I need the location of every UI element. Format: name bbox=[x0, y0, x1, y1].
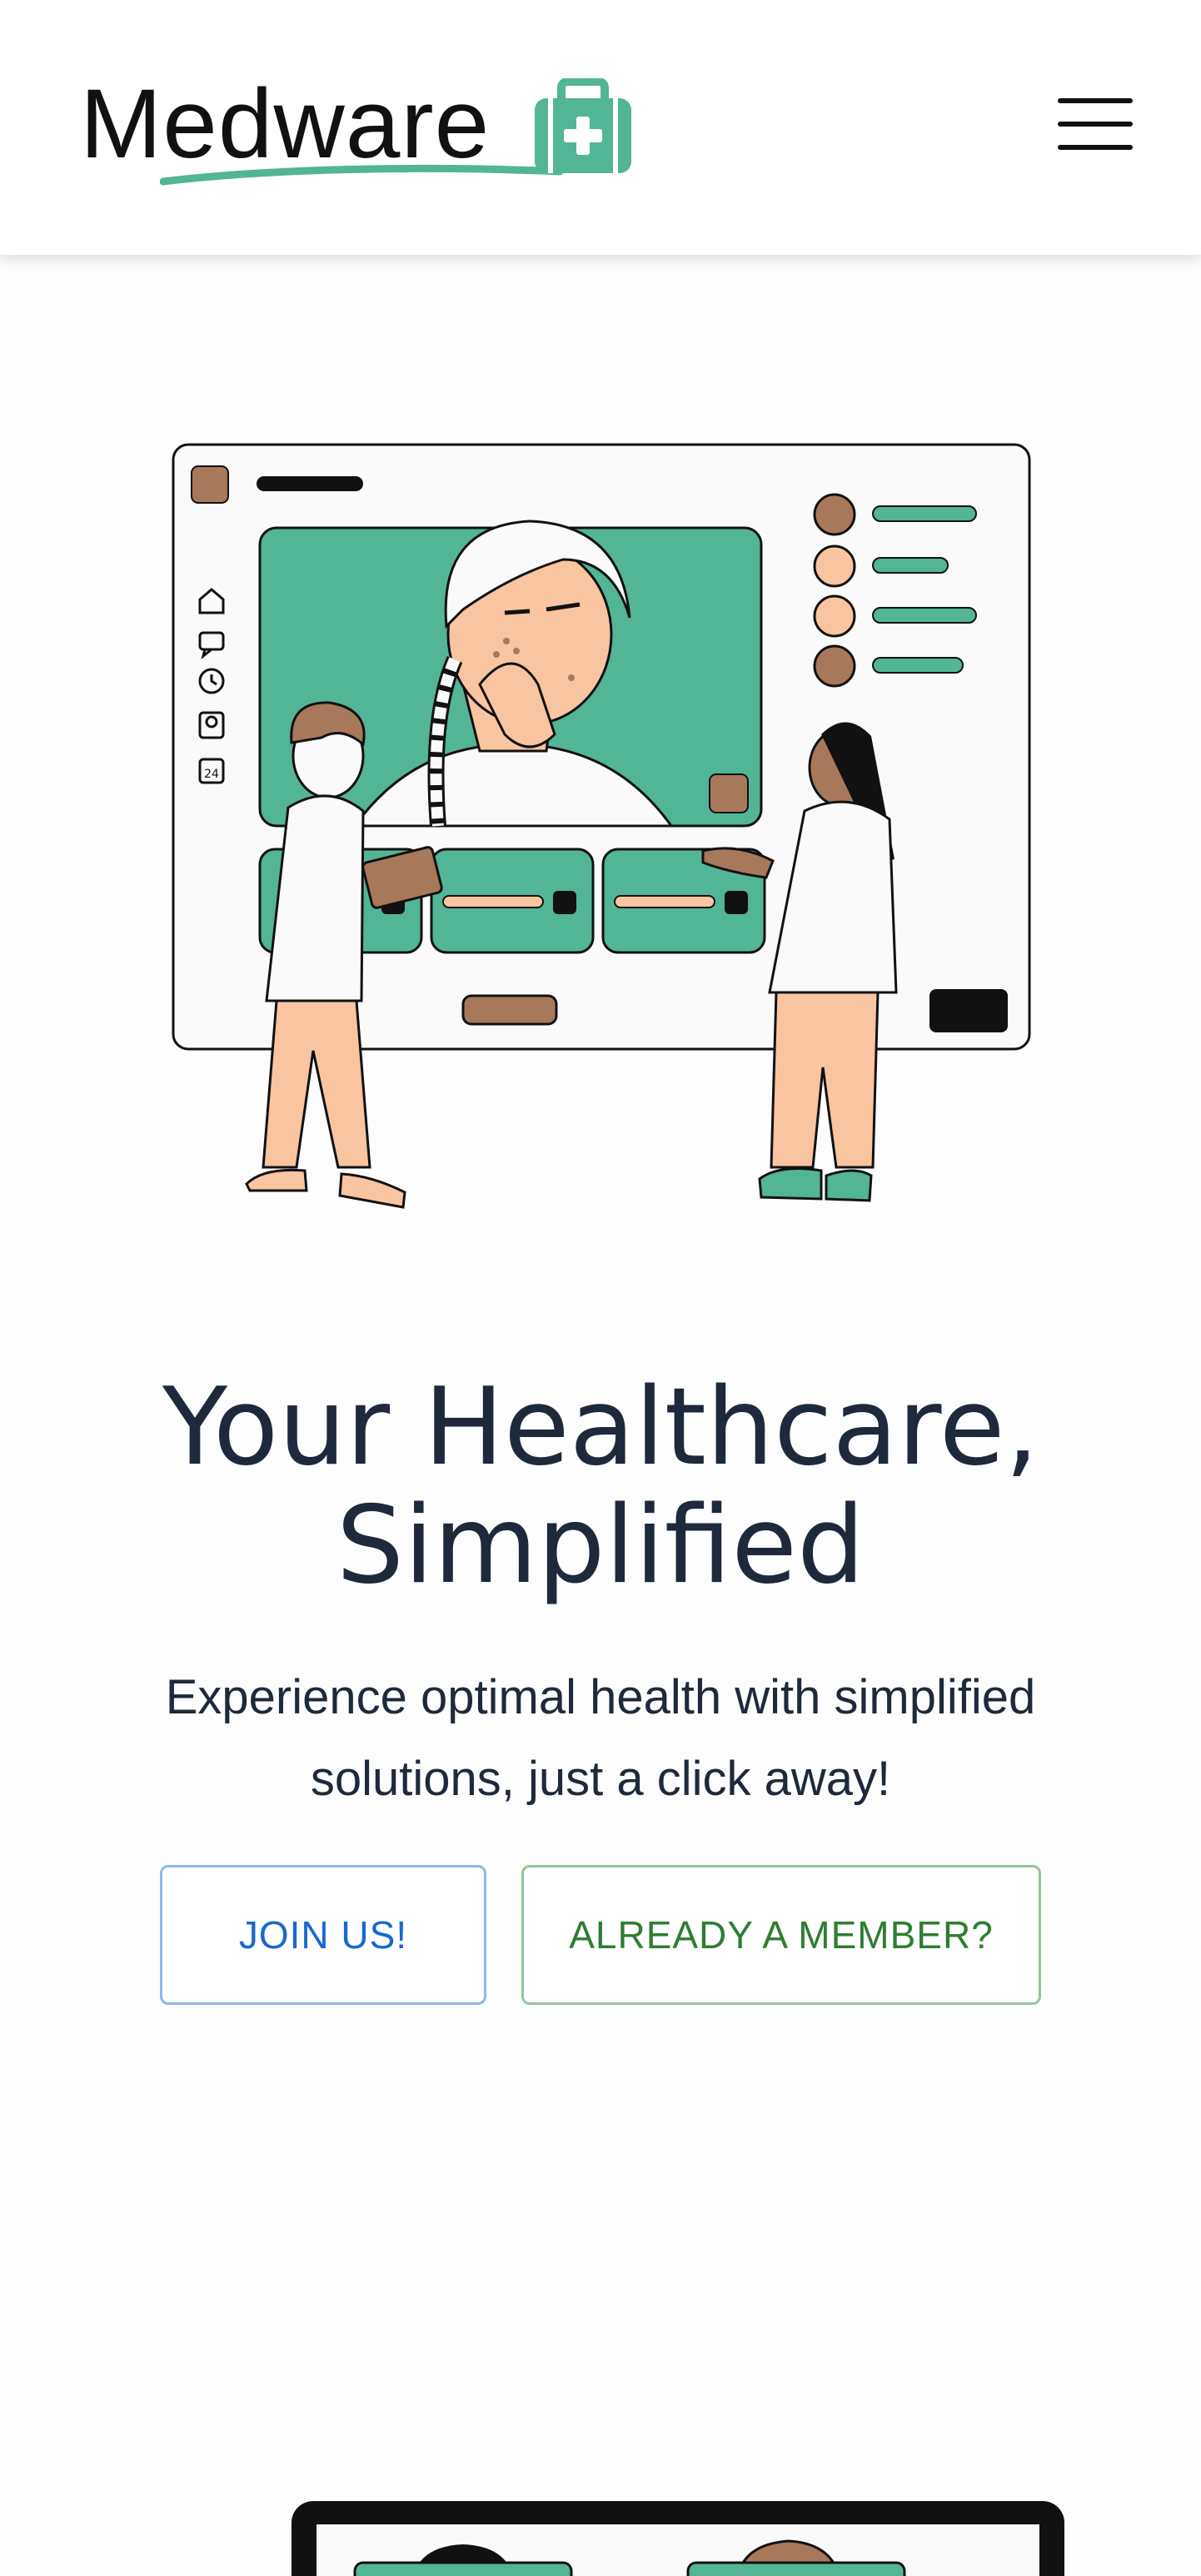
already-member-button[interactable]: ALREADY A MEMBER? bbox=[521, 1865, 1041, 2005]
navbar: Medware bbox=[0, 0, 1201, 255]
hero-subtitle: Experience optimal health with simplifie… bbox=[165, 1670, 1036, 1806]
svg-text:24: 24 bbox=[204, 768, 219, 781]
telehealth-illustration: 24 bbox=[172, 443, 1031, 1209]
medical-kit-icon bbox=[535, 78, 631, 173]
logo-swoosh bbox=[160, 164, 564, 186]
hero-title: Your Healthcare, Simplified bbox=[162, 1365, 1039, 1608]
hamburger-menu-icon[interactable] bbox=[1058, 98, 1133, 157]
logo-text: Medware bbox=[80, 69, 491, 179]
join-us-button[interactable]: JOIN US! bbox=[160, 1865, 486, 2005]
next-section-illustration bbox=[292, 2501, 1064, 2576]
medware-logo[interactable]: Medware bbox=[80, 70, 655, 203]
